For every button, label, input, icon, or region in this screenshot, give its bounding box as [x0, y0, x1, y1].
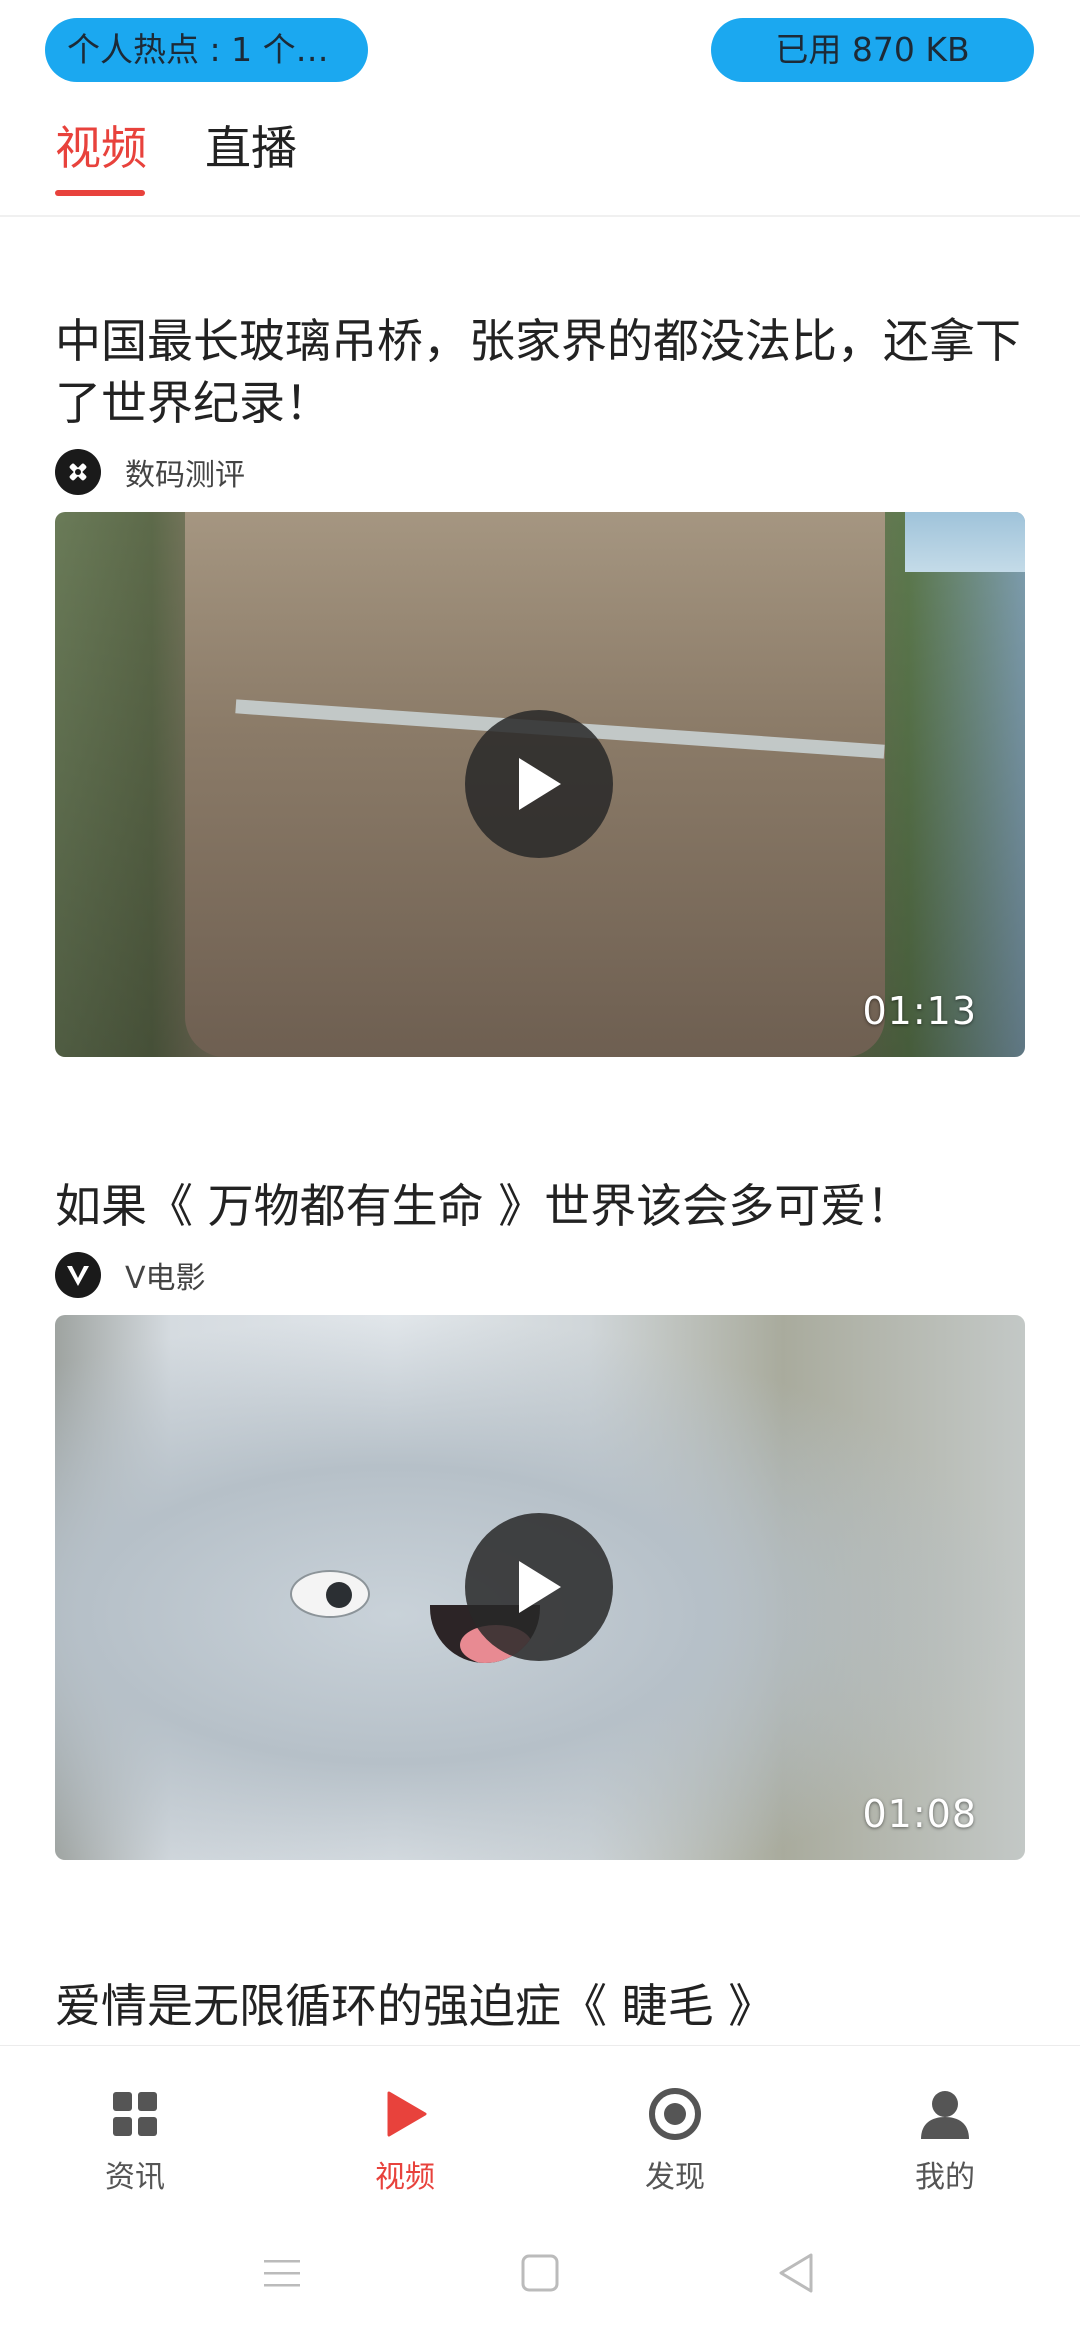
- tab-video[interactable]: 视频: [55, 112, 147, 178]
- grid-icon: [35, 2084, 235, 2144]
- active-tab-indicator: [55, 190, 145, 196]
- play-button[interactable]: [465, 1513, 613, 1661]
- video-thumbnail[interactable]: 01:08: [55, 1315, 1025, 1860]
- thumbnail-sky: [905, 512, 1025, 572]
- video-title[interactable]: 中国最长玻璃吊桥，张家界的都没法比，还拿下了世界纪录！: [55, 310, 1025, 434]
- nav-label: 视频: [375, 2160, 435, 2195]
- feed-item[interactable]: 如果《 万物都有生命 》世界该会多可爱！ V电影 01:08: [55, 1175, 1025, 1860]
- play-icon: [305, 2084, 505, 2144]
- tools-icon: [69, 463, 87, 481]
- nav-item-news[interactable]: 资讯: [35, 2084, 235, 2196]
- target-icon: [575, 2084, 775, 2144]
- video-duration: 01:13: [862, 989, 977, 1033]
- source-avatar: [55, 449, 101, 495]
- feed-item[interactable]: 中国最长玻璃吊桥，张家界的都没法比，还拿下了世界纪录！ 数码测评 01:13: [55, 310, 1025, 1057]
- source-avatar: [55, 1252, 101, 1298]
- home-icon[interactable]: [515, 2248, 565, 2298]
- nav-label: 资讯: [105, 2160, 165, 2195]
- nav-item-video[interactable]: 视频: [305, 2084, 505, 2196]
- thumbnail-eye: [290, 1570, 370, 1618]
- play-button[interactable]: [465, 710, 613, 858]
- video-duration: 01:08: [862, 1792, 977, 1836]
- video-source[interactable]: V电影: [55, 1251, 1025, 1299]
- play-icon: [519, 1561, 561, 1613]
- video-title[interactable]: 如果《 万物都有生命 》世界该会多可爱！: [55, 1175, 1025, 1237]
- nav-item-me[interactable]: 我的: [845, 2084, 1045, 2196]
- video-thumbnail[interactable]: 01:13: [55, 512, 1025, 1057]
- data-usage-pill[interactable]: 已用 870 KB: [711, 18, 1034, 82]
- nav-label: 我的: [915, 2160, 975, 2195]
- tab-live[interactable]: 直播: [205, 112, 297, 178]
- feed-item[interactable]: 爱情是无限循环的强迫症《 睫毛 》: [55, 1975, 1025, 2037]
- status-row: 个人热点 : 1 个连... 已用 870 KB: [0, 18, 1080, 88]
- v-logo-icon: [67, 1266, 89, 1286]
- bottom-nav: 资讯 视频 发现 我的: [0, 2045, 1080, 2220]
- video-source[interactable]: 数码测评: [55, 448, 1025, 496]
- play-icon: [519, 758, 561, 810]
- video-title[interactable]: 爱情是无限循环的强迫症《 睫毛 》: [55, 1975, 1025, 2037]
- hotspot-pill[interactable]: 个人热点 : 1 个连...: [45, 18, 368, 82]
- header-divider: [0, 215, 1080, 217]
- nav-item-discover[interactable]: 发现: [575, 2084, 775, 2196]
- source-name: 数码测评: [125, 458, 245, 493]
- menu-icon[interactable]: [257, 2248, 307, 2298]
- source-name: V电影: [125, 1261, 206, 1296]
- back-icon[interactable]: [770, 2248, 820, 2298]
- user-icon: [845, 2084, 1045, 2144]
- video-feed-page: 个人热点 : 1 个连... 已用 870 KB 视频 直播 中国最长玻璃吊桥，…: [0, 0, 1080, 2340]
- system-nav-bar: [0, 2230, 1080, 2310]
- nav-label: 发现: [645, 2160, 705, 2195]
